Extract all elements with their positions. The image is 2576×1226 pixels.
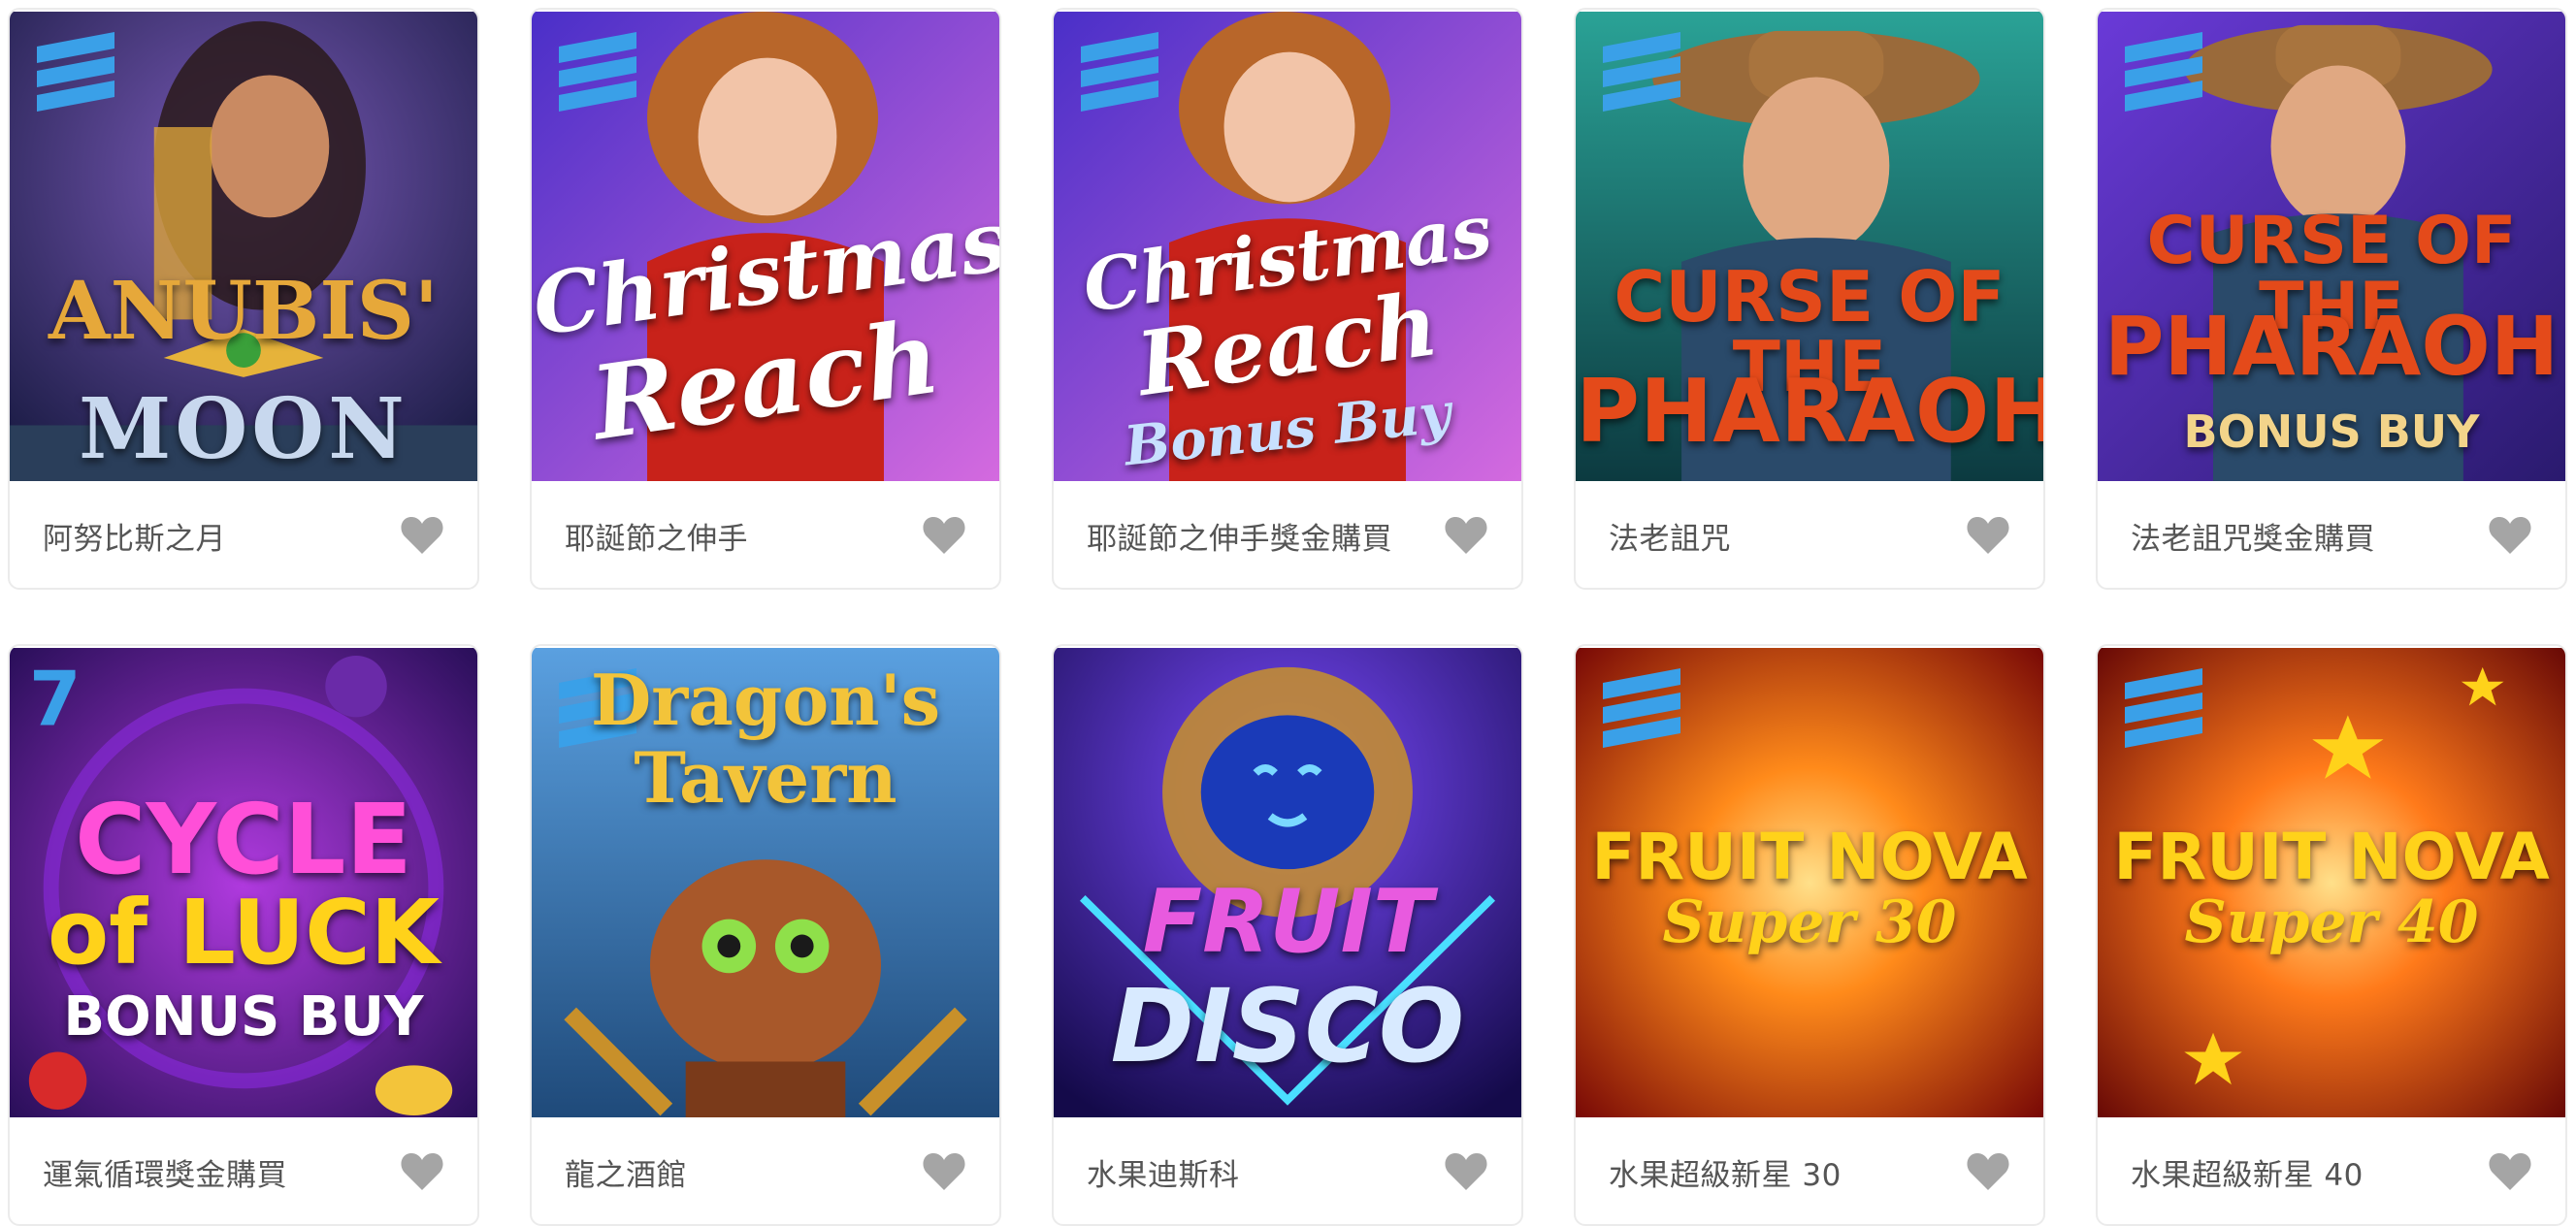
game-art-title: CYCLE bbox=[75, 783, 412, 896]
heart-icon[interactable] bbox=[400, 515, 444, 556]
provider-logo-icon bbox=[1603, 32, 1680, 112]
game-caption: 水果超級新星 40 bbox=[2098, 1119, 2565, 1224]
game-art-title: ANUBIS' bbox=[48, 265, 440, 358]
game-name: 耶誕節之伸手 bbox=[565, 521, 748, 557]
game-card-christmas-reach[interactable]: Christmas Reach 耶誕節之伸手 bbox=[530, 8, 1001, 590]
game-caption: 阿努比斯之月 bbox=[10, 483, 477, 588]
game-art-title: Dragon's bbox=[590, 659, 941, 741]
game-name: 龍之酒館 bbox=[565, 1157, 687, 1193]
game-thumbnail[interactable]: FRUIT DISCO bbox=[1054, 646, 1521, 1119]
game-thumbnail[interactable]: FRUIT NOVA Super 30 bbox=[1576, 646, 2043, 1119]
heart-icon[interactable] bbox=[1966, 1151, 2010, 1192]
game-art-subtitle: Super 40 bbox=[2184, 888, 2479, 956]
game-caption: 法老詛咒獎金購買 bbox=[2098, 483, 2565, 588]
game-thumbnail[interactable]: FRUIT NOVA Super 40 bbox=[2098, 646, 2565, 1119]
provider-logo-icon bbox=[1081, 32, 1158, 112]
game-thumbnail[interactable]: ANUBIS' MOON bbox=[10, 10, 477, 483]
game-art-subtitle: Tavern bbox=[634, 736, 897, 819]
game-art-title: FRUIT bbox=[1142, 871, 1433, 973]
game-caption: 耶誕節之伸手 bbox=[532, 483, 999, 588]
game-caption: 水果迪斯科 bbox=[1054, 1119, 1521, 1224]
game-art-subtitle: DISCO bbox=[1110, 967, 1465, 1085]
game-art-extra: BONUS BUY bbox=[63, 985, 424, 1049]
game-card-curse-of-the-pharaoh[interactable]: CURSE OF THE PHARAOH 法老詛咒 bbox=[1574, 8, 2045, 590]
game-caption: 運氣循環獎金購買 bbox=[10, 1119, 477, 1224]
game-art-subtitle: of LUCK bbox=[47, 881, 440, 984]
game-card-cycle-of-luck-bonus-buy[interactable]: 7 CYCLE of LUCK BONUS BUY 運氣循環獎金購買 bbox=[8, 644, 479, 1226]
game-caption: 龍之酒館 bbox=[532, 1119, 999, 1224]
heart-icon[interactable] bbox=[2488, 1151, 2532, 1192]
game-card-fruit-nova-super-30[interactable]: FRUIT NOVA Super 30 水果超級新星 30 bbox=[1574, 644, 2045, 1226]
game-art-title: FRUIT NOVA bbox=[1591, 820, 2028, 894]
provider-logo-icon bbox=[37, 32, 114, 112]
game-name: 法老詛咒 bbox=[1609, 521, 1731, 557]
game-art-subtitle: PHARAOH bbox=[2103, 299, 2560, 394]
provider-logo-icon bbox=[2125, 32, 2202, 112]
game-art-subtitle: Super 30 bbox=[1662, 888, 1957, 956]
game-thumbnail[interactable]: CURSE OF THE PHARAOH bbox=[1576, 10, 2043, 483]
game-card-curse-of-the-pharaoh-bonus-buy[interactable]: CURSE OF THE PHARAOH BONUS BUY 法老詛咒獎金購買 bbox=[2096, 8, 2567, 590]
game-card-christmas-reach-bonus-buy[interactable]: Christmas Reach Bonus Buy 耶誕節之伸手獎金購買 bbox=[1052, 8, 1523, 590]
game-thumbnail[interactable]: CURSE OF THE PHARAOH BONUS BUY bbox=[2098, 10, 2565, 483]
game-name: 耶誕節之伸手獎金購買 bbox=[1087, 521, 1392, 557]
heart-icon[interactable] bbox=[2488, 515, 2532, 556]
svg-text:7: 7 bbox=[29, 656, 82, 743]
game-art-extra: BONUS BUY bbox=[2183, 405, 2480, 458]
game-card-dragons-tavern[interactable]: Dragon's Tavern 龍之酒館 bbox=[530, 644, 1001, 1226]
heart-icon[interactable] bbox=[922, 515, 966, 556]
game-name: 水果迪斯科 bbox=[1087, 1157, 1240, 1193]
game-caption: 耶誕節之伸手獎金購買 bbox=[1054, 483, 1521, 588]
game-caption: 水果超級新星 30 bbox=[1576, 1119, 2043, 1224]
game-art-subtitle: MOON bbox=[79, 380, 408, 478]
game-card-fruit-nova-super-40[interactable]: FRUIT NOVA Super 40 水果超級新星 40 bbox=[2096, 644, 2567, 1226]
game-caption: 法老詛咒 bbox=[1576, 483, 2043, 588]
game-name: 法老詛咒獎金購買 bbox=[2131, 521, 2375, 557]
heart-icon[interactable] bbox=[400, 1151, 444, 1192]
heart-icon[interactable] bbox=[922, 1151, 966, 1192]
provider-logo-icon bbox=[559, 32, 636, 112]
game-name: 運氣循環獎金購買 bbox=[43, 1157, 287, 1193]
heart-icon[interactable] bbox=[1444, 1151, 1488, 1192]
game-art-subtitle: PHARAOH bbox=[1576, 361, 2043, 463]
game-name: 水果超級新星 30 bbox=[1609, 1157, 1842, 1193]
game-name: 水果超級新星 40 bbox=[2131, 1157, 2364, 1193]
heart-icon[interactable] bbox=[1444, 515, 1488, 556]
game-card-fruit-disco[interactable]: FRUIT DISCO 水果迪斯科 bbox=[1052, 644, 1523, 1226]
game-thumbnail[interactable]: 7 CYCLE of LUCK BONUS BUY bbox=[10, 646, 477, 1119]
game-thumbnail[interactable]: Christmas Reach Bonus Buy bbox=[1054, 10, 1521, 483]
game-name: 阿努比斯之月 bbox=[43, 521, 226, 557]
provider-logo-icon bbox=[1603, 668, 1680, 748]
game-thumbnail[interactable]: Dragon's Tavern bbox=[532, 646, 999, 1119]
game-card-anubis-moon[interactable]: ANUBIS' MOON 阿努比斯之月 bbox=[8, 8, 479, 590]
game-grid: ANUBIS' MOON 阿努比斯之月 Christmas Reach 耶誕節之… bbox=[8, 8, 2569, 1226]
game-thumbnail[interactable]: Christmas Reach bbox=[532, 10, 999, 483]
provider-logo-icon bbox=[2125, 668, 2202, 748]
heart-icon[interactable] bbox=[1966, 515, 2010, 556]
game-art-title: FRUIT NOVA bbox=[2113, 820, 2550, 894]
